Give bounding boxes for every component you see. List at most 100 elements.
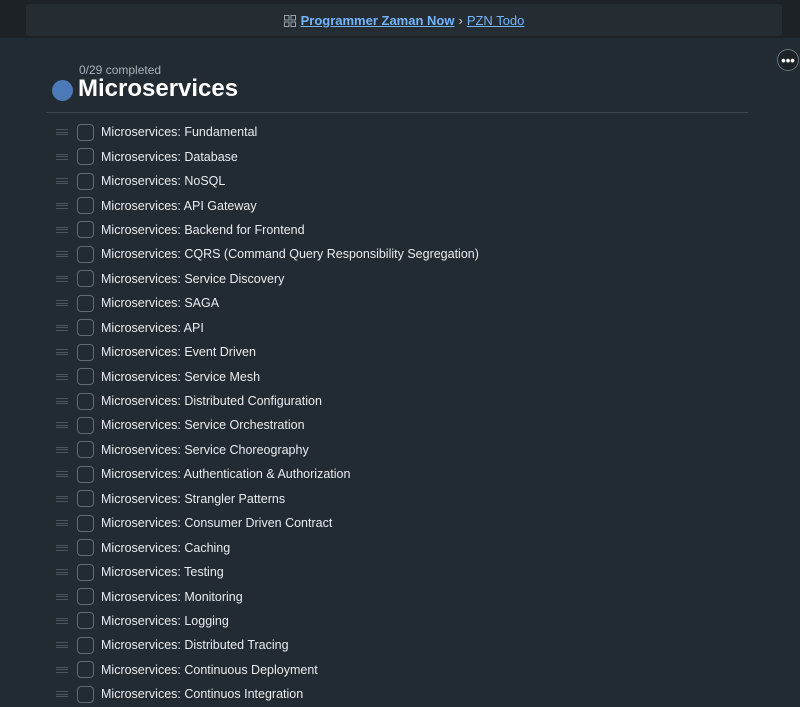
drag-handle-icon[interactable] bbox=[56, 178, 68, 185]
task-row[interactable]: Microservices: Event Driven bbox=[46, 340, 766, 364]
task-checkbox[interactable] bbox=[77, 416, 94, 434]
task-row[interactable]: Microservices: API bbox=[46, 316, 766, 340]
task-checkbox[interactable] bbox=[77, 221, 94, 239]
drag-handle-icon[interactable] bbox=[56, 202, 68, 209]
task-checkbox[interactable] bbox=[77, 685, 94, 703]
drag-handle-icon[interactable] bbox=[56, 275, 68, 282]
task-label[interactable]: Microservices: API bbox=[101, 321, 204, 335]
task-row[interactable]: Microservices: Continuos Integration bbox=[46, 682, 766, 706]
task-checkbox[interactable] bbox=[77, 490, 94, 508]
task-label[interactable]: Microservices: Distributed Configuration bbox=[101, 394, 322, 408]
drag-handle-icon[interactable] bbox=[56, 691, 68, 698]
task-checkbox[interactable] bbox=[77, 539, 94, 557]
task-label[interactable]: Microservices: Continuos Integration bbox=[101, 687, 303, 701]
task-label[interactable]: Microservices: Distributed Tracing bbox=[101, 638, 289, 652]
task-row[interactable]: Microservices: Continuous Deployment bbox=[46, 658, 766, 682]
breadcrumb-workspace-link[interactable]: Programmer Zaman Now bbox=[301, 13, 455, 28]
task-row[interactable]: Microservices: SAGA bbox=[46, 291, 766, 315]
task-checkbox[interactable] bbox=[77, 294, 94, 312]
task-row[interactable]: Microservices: Database bbox=[46, 144, 766, 168]
task-row[interactable]: Microservices: Distributed Tracing bbox=[46, 633, 766, 657]
task-row[interactable]: Microservices: Logging bbox=[46, 609, 766, 633]
task-checkbox[interactable] bbox=[77, 319, 94, 337]
drag-handle-icon[interactable] bbox=[56, 544, 68, 551]
drag-handle-icon[interactable] bbox=[56, 569, 68, 576]
task-checkbox[interactable] bbox=[77, 392, 94, 410]
section-color-dot[interactable] bbox=[52, 80, 73, 101]
drag-handle-icon[interactable] bbox=[56, 642, 68, 649]
task-row[interactable]: Microservices: Testing bbox=[46, 560, 766, 584]
task-checkbox[interactable] bbox=[77, 465, 94, 483]
more-options-button[interactable]: ••• bbox=[777, 49, 799, 71]
drag-handle-icon[interactable] bbox=[56, 446, 68, 453]
drag-handle-icon[interactable] bbox=[56, 129, 68, 136]
drag-handle-icon[interactable] bbox=[56, 349, 68, 356]
drag-handle-icon[interactable] bbox=[56, 226, 68, 233]
task-checkbox[interactable] bbox=[77, 441, 94, 459]
task-row[interactable]: Microservices: Monitoring bbox=[46, 584, 766, 608]
drag-handle-icon[interactable] bbox=[56, 398, 68, 405]
task-label[interactable]: Microservices: API Gateway bbox=[101, 199, 257, 213]
task-label[interactable]: Microservices: Consumer Driven Contract bbox=[101, 516, 332, 530]
task-label[interactable]: Microservices: Service Orchestration bbox=[101, 418, 305, 432]
task-row[interactable]: Microservices: Authentication & Authoriz… bbox=[46, 462, 766, 486]
task-checkbox[interactable] bbox=[77, 588, 94, 606]
task-row[interactable]: Microservices: Consumer Driven Contract bbox=[46, 511, 766, 535]
breadcrumb-project-link[interactable]: PZN Todo bbox=[467, 13, 525, 28]
task-checkbox[interactable] bbox=[77, 245, 94, 263]
task-checkbox[interactable] bbox=[77, 612, 94, 630]
task-label[interactable]: Microservices: Monitoring bbox=[101, 590, 243, 604]
page-title[interactable]: Microservices bbox=[78, 75, 238, 103]
task-label[interactable]: Microservices: Service Mesh bbox=[101, 370, 260, 384]
task-label[interactable]: Microservices: Testing bbox=[101, 565, 224, 579]
task-row[interactable]: Microservices: Service Discovery bbox=[46, 267, 766, 291]
task-label[interactable]: Microservices: SAGA bbox=[101, 296, 219, 310]
task-row[interactable]: Microservices: Service Choreography bbox=[46, 438, 766, 462]
task-row[interactable]: Microservices: CQRS (Command Query Respo… bbox=[46, 242, 766, 266]
task-row[interactable]: Microservices: API Gateway bbox=[46, 193, 766, 217]
drag-handle-icon[interactable] bbox=[56, 324, 68, 331]
task-row[interactable]: Microservices: Service Orchestration bbox=[46, 413, 766, 437]
task-label[interactable]: Microservices: Database bbox=[101, 150, 238, 164]
drag-handle-icon[interactable] bbox=[56, 593, 68, 600]
task-row[interactable]: Microservices: Backend for Frontend bbox=[46, 218, 766, 242]
drag-handle-icon[interactable] bbox=[56, 373, 68, 380]
task-label[interactable]: Microservices: Caching bbox=[101, 541, 230, 555]
task-label[interactable]: Microservices: Logging bbox=[101, 614, 229, 628]
task-checkbox[interactable] bbox=[77, 343, 94, 361]
task-label[interactable]: Microservices: Backend for Frontend bbox=[101, 223, 305, 237]
task-checkbox[interactable] bbox=[77, 197, 94, 215]
task-label[interactable]: Microservices: Strangler Patterns bbox=[101, 492, 285, 506]
task-label[interactable]: Microservices: NoSQL bbox=[101, 174, 225, 188]
drag-handle-icon[interactable] bbox=[56, 666, 68, 673]
task-checkbox[interactable] bbox=[77, 636, 94, 654]
task-label[interactable]: Microservices: CQRS (Command Query Respo… bbox=[101, 247, 479, 261]
task-row[interactable]: Microservices: NoSQL bbox=[46, 169, 766, 193]
task-label[interactable]: Microservices: Event Driven bbox=[101, 345, 256, 359]
task-row[interactable]: Microservices: Service Mesh bbox=[46, 364, 766, 388]
task-checkbox[interactable] bbox=[77, 514, 94, 532]
drag-handle-icon[interactable] bbox=[56, 422, 68, 429]
drag-handle-icon[interactable] bbox=[56, 617, 68, 624]
task-checkbox[interactable] bbox=[77, 563, 94, 581]
drag-handle-icon[interactable] bbox=[56, 153, 68, 160]
task-label[interactable]: Microservices: Authentication & Authoriz… bbox=[101, 467, 350, 481]
drag-handle-icon[interactable] bbox=[56, 495, 68, 502]
task-checkbox[interactable] bbox=[77, 661, 94, 679]
task-label[interactable]: Microservices: Service Choreography bbox=[101, 443, 309, 457]
task-checkbox[interactable] bbox=[77, 368, 94, 386]
task-label[interactable]: Microservices: Continuous Deployment bbox=[101, 663, 318, 677]
drag-handle-icon[interactable] bbox=[56, 300, 68, 307]
drag-handle-icon[interactable] bbox=[56, 251, 68, 258]
task-checkbox[interactable] bbox=[77, 172, 94, 190]
task-label[interactable]: Microservices: Fundamental bbox=[101, 125, 257, 139]
task-checkbox[interactable] bbox=[77, 148, 94, 166]
drag-handle-icon[interactable] bbox=[56, 520, 68, 527]
task-row[interactable]: Microservices: Distributed Configuration bbox=[46, 389, 766, 413]
task-label[interactable]: Microservices: Service Discovery bbox=[101, 272, 284, 286]
task-checkbox[interactable] bbox=[77, 270, 94, 288]
task-row[interactable]: Microservices: Caching bbox=[46, 535, 766, 559]
task-row[interactable]: Microservices: Fundamental bbox=[46, 120, 766, 144]
task-checkbox[interactable] bbox=[77, 123, 94, 141]
drag-handle-icon[interactable] bbox=[56, 471, 68, 478]
